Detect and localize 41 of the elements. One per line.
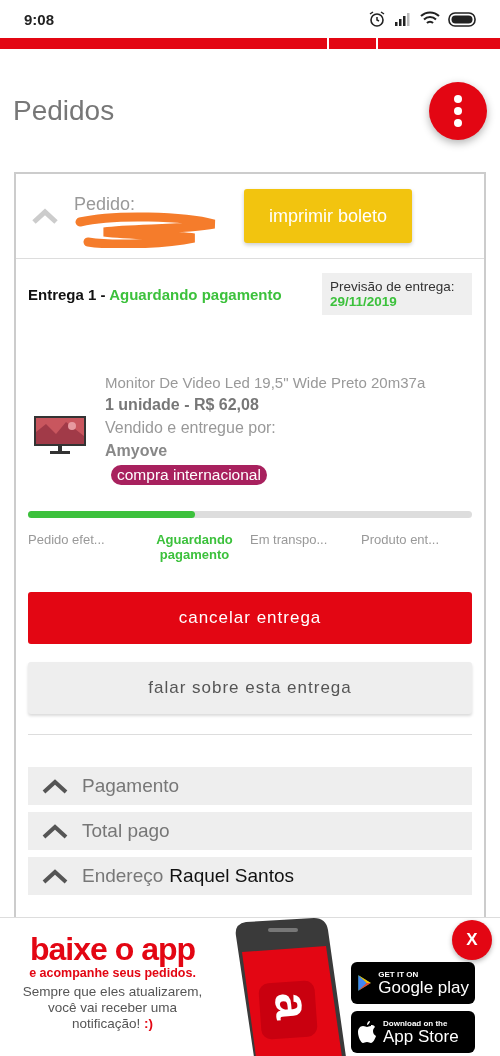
- alarm-icon: [368, 10, 386, 28]
- accordion-section[interactable]: Endereço Raquel Santos: [28, 857, 472, 895]
- section-value: Raquel Santos: [169, 865, 294, 887]
- accordion-section[interactable]: Total pago: [28, 812, 472, 850]
- more-button[interactable]: [429, 81, 487, 140]
- talk-about-delivery-button[interactable]: falar sobre esta entrega: [28, 662, 472, 714]
- more-icon: [454, 93, 462, 128]
- forecast-date: 29/11/2019: [330, 294, 398, 309]
- seller-name: Amyove: [105, 441, 169, 460]
- page-title: Pedidos: [13, 94, 115, 127]
- order-label: Pedido:: [74, 194, 136, 214]
- seller-label: Vendido e entregue por:: [105, 418, 277, 437]
- banner-headline: baixe o app: [29, 932, 195, 966]
- apple-icon: [357, 1020, 377, 1044]
- section-label: Total pago: [82, 820, 170, 842]
- app-logo: a: [265, 990, 320, 1021]
- cancel-delivery-button[interactable]: cancelar entrega: [28, 592, 472, 644]
- badge-big-text: App Store: [383, 1027, 459, 1045]
- product-name: Monitor De Video Led 19,5" Wide Preto 20m37a: [105, 373, 426, 391]
- battery-icon: [448, 11, 478, 27]
- international-tag: compra internacional: [111, 464, 267, 485]
- badge-big-text: Google play: [378, 978, 469, 996]
- step-label: Em transpo...: [250, 532, 329, 549]
- delivery-title: Entrega 1 - Aguardando pagamento: [28, 285, 282, 303]
- section-label: Endereço: [82, 865, 164, 887]
- banner-text: Sempre que eles atualizarem, você vai receber uma notificação! :): [21, 984, 204, 1032]
- quantity-price: 1 unidade - R$ 62,08: [105, 395, 260, 414]
- google-play-badge[interactable]: GET IT ON Google play: [351, 962, 475, 1004]
- badge-small-text: GET IT ON: [378, 970, 420, 979]
- step-label: Pedido efet...: [28, 532, 106, 549]
- step-label: Produto ent...: [361, 532, 441, 549]
- close-button[interactable]: X: [452, 920, 492, 960]
- status-time: 9:08: [24, 10, 55, 28]
- step-label: Aguardando pagamento: [155, 532, 234, 564]
- app-store-badge[interactable]: Download on the App Store: [351, 1011, 475, 1053]
- section-label: Pagamento: [82, 775, 180, 797]
- banner-subheadline: e acompanhe seus pedidos.: [29, 966, 196, 980]
- accordion-section[interactable]: Pagamento: [28, 767, 472, 805]
- signal-icon: [394, 12, 412, 26]
- badge-small-text: Download on the: [383, 1019, 449, 1028]
- forecast-label: Previsão de entrega:: [330, 279, 456, 294]
